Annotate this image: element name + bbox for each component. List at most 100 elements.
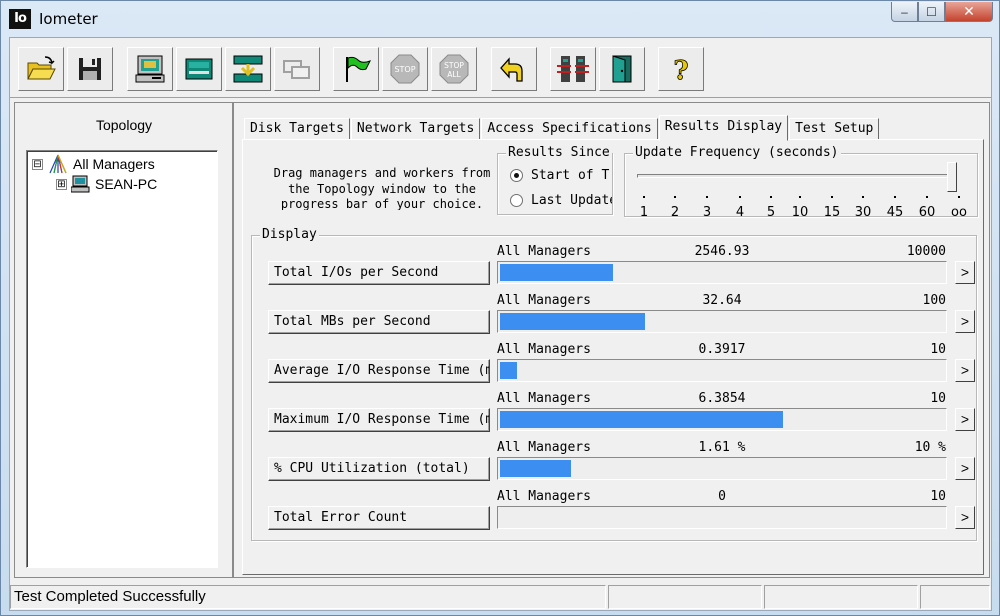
- tab-network-targets[interactable]: Network Targets: [350, 118, 481, 140]
- metric-worker-arrow-button[interactable]: >: [955, 359, 975, 382]
- svg-text:?: ?: [673, 56, 688, 85]
- metric-max: 10: [930, 342, 946, 357]
- close-button[interactable]: ✕: [945, 2, 993, 22]
- update-frequency-slider[interactable]: [637, 174, 955, 178]
- svg-text:STOP: STOP: [394, 65, 415, 74]
- status-segment-2: [608, 585, 762, 609]
- slider-tick-mark: [831, 196, 833, 198]
- metric-progress-bar[interactable]: [497, 506, 947, 529]
- topology-tree: ⊟ All Managers ⊞ SEAN-PC: [26, 150, 218, 568]
- stop-test-button[interactable]: STOP: [382, 47, 428, 91]
- slider-tick-mark: [706, 196, 708, 198]
- metric-select-button[interactable]: Total I/Os per Second: [268, 261, 490, 285]
- open-config-button[interactable]: [18, 47, 64, 91]
- slider-tick-mark: [926, 196, 928, 198]
- metric-worker-arrow-button[interactable]: >: [955, 408, 975, 431]
- maximize-button[interactable]: ☐: [918, 2, 945, 22]
- metric-worker-arrow-button[interactable]: >: [955, 310, 975, 333]
- save-config-button[interactable]: [67, 47, 113, 91]
- expand-icon[interactable]: ⊞: [56, 178, 67, 190]
- metric-max: 10: [930, 489, 946, 504]
- slider-tick-label: 1: [639, 205, 649, 220]
- slider-tick-mark: [894, 196, 896, 198]
- window-controls: – ☐ ✕: [891, 2, 993, 22]
- slider-tick-label: 3: [702, 205, 712, 220]
- metric-progress-bar[interactable]: [497, 457, 947, 480]
- drag-hint-text: Drag managers and workers from the Topol…: [273, 166, 491, 210]
- metric-select-button[interactable]: Total MBs per Second: [268, 310, 490, 334]
- reset-workers-icon: [500, 57, 523, 82]
- start-network-worker-icon: [185, 58, 213, 80]
- stop-all-icon: STOPALL: [439, 54, 469, 84]
- tree-item-all-managers[interactable]: ⊟ All Managers: [32, 154, 155, 174]
- add-worker-icon: [233, 55, 263, 83]
- status-segment-3: [764, 585, 918, 609]
- metric-select-button[interactable]: Average I/O Response Time (ms): [268, 359, 490, 383]
- slider-tick-mark: [958, 196, 960, 198]
- metric-select-button[interactable]: Total Error Count: [268, 506, 490, 530]
- metric-progress-bar[interactable]: [497, 310, 947, 333]
- computer-icon: [71, 175, 90, 193]
- results-display-page: Drag managers and workers from the Topol…: [242, 139, 984, 575]
- title-bar[interactable]: Io Iometer – ☐ ✕: [1, 1, 999, 37]
- client-area: STOP STOP ALL ? Topology ⊟ All Managers …: [9, 37, 992, 611]
- duplicate-worker-button[interactable]: [274, 47, 320, 91]
- svg-text:STOP: STOP: [444, 61, 464, 70]
- stop-all-button[interactable]: STOP ALL: [431, 47, 477, 91]
- help-button[interactable]: ?: [658, 47, 704, 91]
- metric-select-button[interactable]: Maximum I/O Response Time (ms): [268, 408, 490, 432]
- status-bar: Test Completed Successfully: [10, 582, 991, 610]
- collapse-icon[interactable]: ⊟: [32, 158, 43, 170]
- radio-start-of-test-dot[interactable]: [510, 169, 523, 182]
- add-worker-button[interactable]: [225, 47, 271, 91]
- start-tests-button[interactable]: [333, 47, 379, 91]
- new-manager-icon: [557, 56, 589, 82]
- tab-access-specifications[interactable]: Access Specifications: [481, 118, 658, 140]
- toolbar: STOP STOP ALL ?: [10, 38, 991, 98]
- metric-target-label: All Managers: [497, 342, 591, 357]
- radio-start-of-test[interactable]: Start of T: [510, 168, 609, 183]
- metric-progress-bar[interactable]: [497, 408, 947, 431]
- tab-test-setup[interactable]: Test Setup: [789, 118, 880, 140]
- metric-progress-bar[interactable]: [497, 359, 947, 382]
- tab-results-display[interactable]: Results Display: [658, 115, 789, 141]
- minimize-button[interactable]: –: [891, 2, 918, 22]
- update-frequency-group: Update Frequency (seconds) 1 2 3 4 5 10 15 30 45…: [624, 145, 978, 220]
- slider-tick-label: 60: [918, 205, 936, 220]
- metric-select-button[interactable]: % CPU Utilization (total): [268, 457, 490, 481]
- slider-tick-label: 10: [791, 205, 809, 220]
- display-label: Display: [260, 227, 319, 242]
- slider-tick-mark: [770, 196, 772, 198]
- tab-disk-targets[interactable]: Disk Targets: [244, 118, 350, 140]
- slider-tick-mark: [739, 196, 741, 198]
- green-flag-start-icon: [346, 56, 372, 82]
- start-disk-worker-button[interactable]: [127, 47, 173, 91]
- radio-last-update-dot[interactable]: [510, 194, 523, 207]
- start-network-worker-button[interactable]: [176, 47, 222, 91]
- new-manager-button[interactable]: [550, 47, 596, 91]
- tree-label-all-managers: All Managers: [73, 156, 155, 172]
- managers-network-icon: [49, 154, 67, 174]
- iometer-app-icon: Io: [9, 9, 31, 29]
- status-segment-4: [920, 585, 990, 609]
- reset-workers-button[interactable]: [491, 47, 537, 91]
- radio-last-update[interactable]: Last Update: [510, 193, 612, 208]
- metric-progress-fill: [500, 411, 783, 428]
- update-frequency-label: Update Frequency (seconds): [633, 145, 841, 160]
- metric-worker-arrow-button[interactable]: >: [955, 261, 975, 284]
- slider-tick-label: 45: [886, 205, 904, 220]
- svg-text:ALL: ALL: [447, 70, 461, 79]
- metric-max: 10: [930, 391, 946, 406]
- metric-progress-bar[interactable]: [497, 261, 947, 284]
- update-frequency-slider-thumb[interactable]: [947, 162, 957, 192]
- metric-worker-arrow-button[interactable]: >: [955, 506, 975, 529]
- start-disk-worker-icon: [135, 55, 165, 83]
- metric-worker-arrow-button[interactable]: >: [955, 457, 975, 480]
- exit-button[interactable]: [599, 47, 645, 91]
- metric-max: 100: [922, 293, 946, 308]
- iometer-window: Io Iometer – ☐ ✕ STOP STOP ALL ? Topolog…: [0, 0, 1000, 616]
- slider-tick-label: 5: [766, 205, 776, 220]
- slider-tick-mark: [643, 196, 645, 198]
- tree-item-sean-pc[interactable]: ⊞ SEAN-PC: [56, 175, 157, 193]
- metric-target-label: All Managers: [497, 244, 591, 259]
